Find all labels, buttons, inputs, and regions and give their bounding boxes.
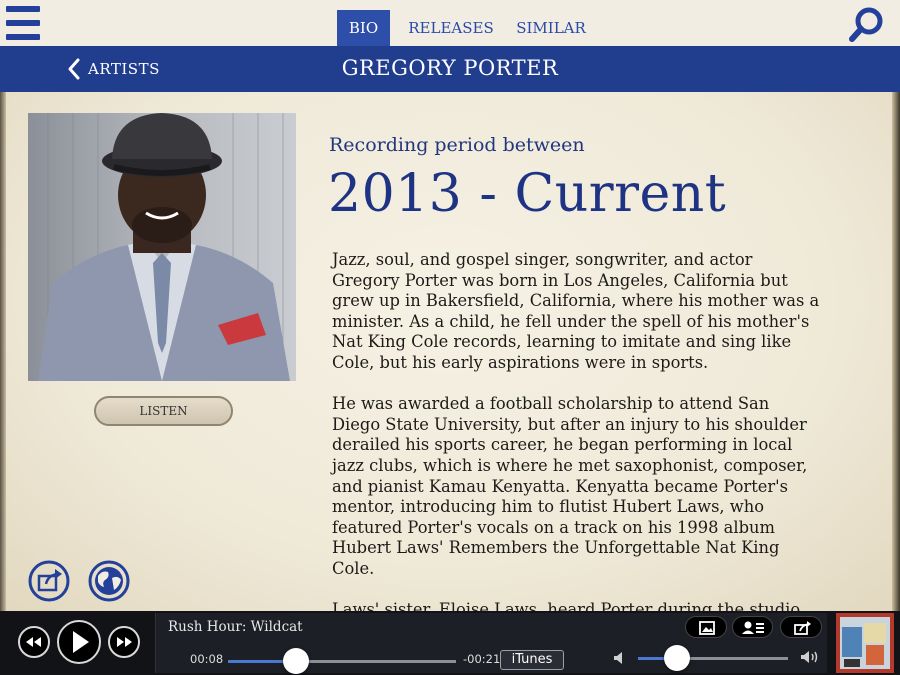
title-bar: ARTISTS GREGORY PORTER	[0, 46, 900, 92]
previous-track-button[interactable]	[18, 626, 50, 658]
share-icon[interactable]	[28, 560, 70, 602]
fast-forward-icon	[117, 637, 132, 647]
share-track-button[interactable]	[780, 616, 822, 638]
page-title: GREGORY PORTER	[341, 56, 559, 80]
share-icon	[794, 621, 811, 635]
artist-info-button[interactable]	[732, 616, 773, 638]
album-artwork[interactable]	[836, 613, 894, 673]
progress-slider[interactable]	[228, 660, 456, 663]
bio-paragraph: He was awarded a football scholarship to…	[332, 394, 808, 578]
rewind-icon	[26, 637, 41, 647]
tab-bio[interactable]: BIO	[337, 10, 390, 46]
play-icon	[73, 631, 89, 653]
recording-period-label: Recording period between	[329, 134, 585, 156]
time-remaining: -00:21	[463, 652, 501, 666]
volume-high-icon	[800, 649, 820, 665]
person-list-icon	[742, 621, 764, 634]
globe-icon[interactable]	[88, 560, 130, 602]
bio-paragraph: Laws' sister, Eloise Laws, heard Porter …	[332, 600, 801, 611]
tab-releases[interactable]: RELEASES	[404, 10, 498, 46]
hamburger-menu-icon[interactable]	[6, 6, 40, 40]
artist-photo	[28, 113, 296, 381]
recording-period-value: 2013 - Current	[328, 164, 727, 224]
next-track-button[interactable]	[108, 626, 140, 658]
volume-low-icon	[613, 650, 625, 664]
artwork-button[interactable]	[685, 616, 727, 638]
itunes-button[interactable]: iTunes	[500, 650, 564, 670]
artist-bio: Jazz, soul, and gospel singer, songwrite…	[332, 250, 822, 611]
time-elapsed: 00:08	[190, 652, 224, 666]
volume-slider-thumb[interactable]	[664, 645, 690, 671]
bio-paragraph: Jazz, soul, and gospel singer, songwrite…	[332, 250, 820, 372]
volume-slider[interactable]	[638, 657, 788, 660]
track-title: Rush Hour: Wildcat	[168, 619, 303, 635]
search-icon[interactable]	[848, 6, 886, 44]
tab-similar[interactable]: SIMILAR	[512, 10, 590, 46]
listen-button[interactable]: LISTEN	[94, 396, 233, 426]
play-button[interactable]	[57, 620, 101, 664]
image-icon	[699, 621, 715, 635]
content-area: LISTEN Recording period between 2013 - C…	[0, 92, 900, 611]
